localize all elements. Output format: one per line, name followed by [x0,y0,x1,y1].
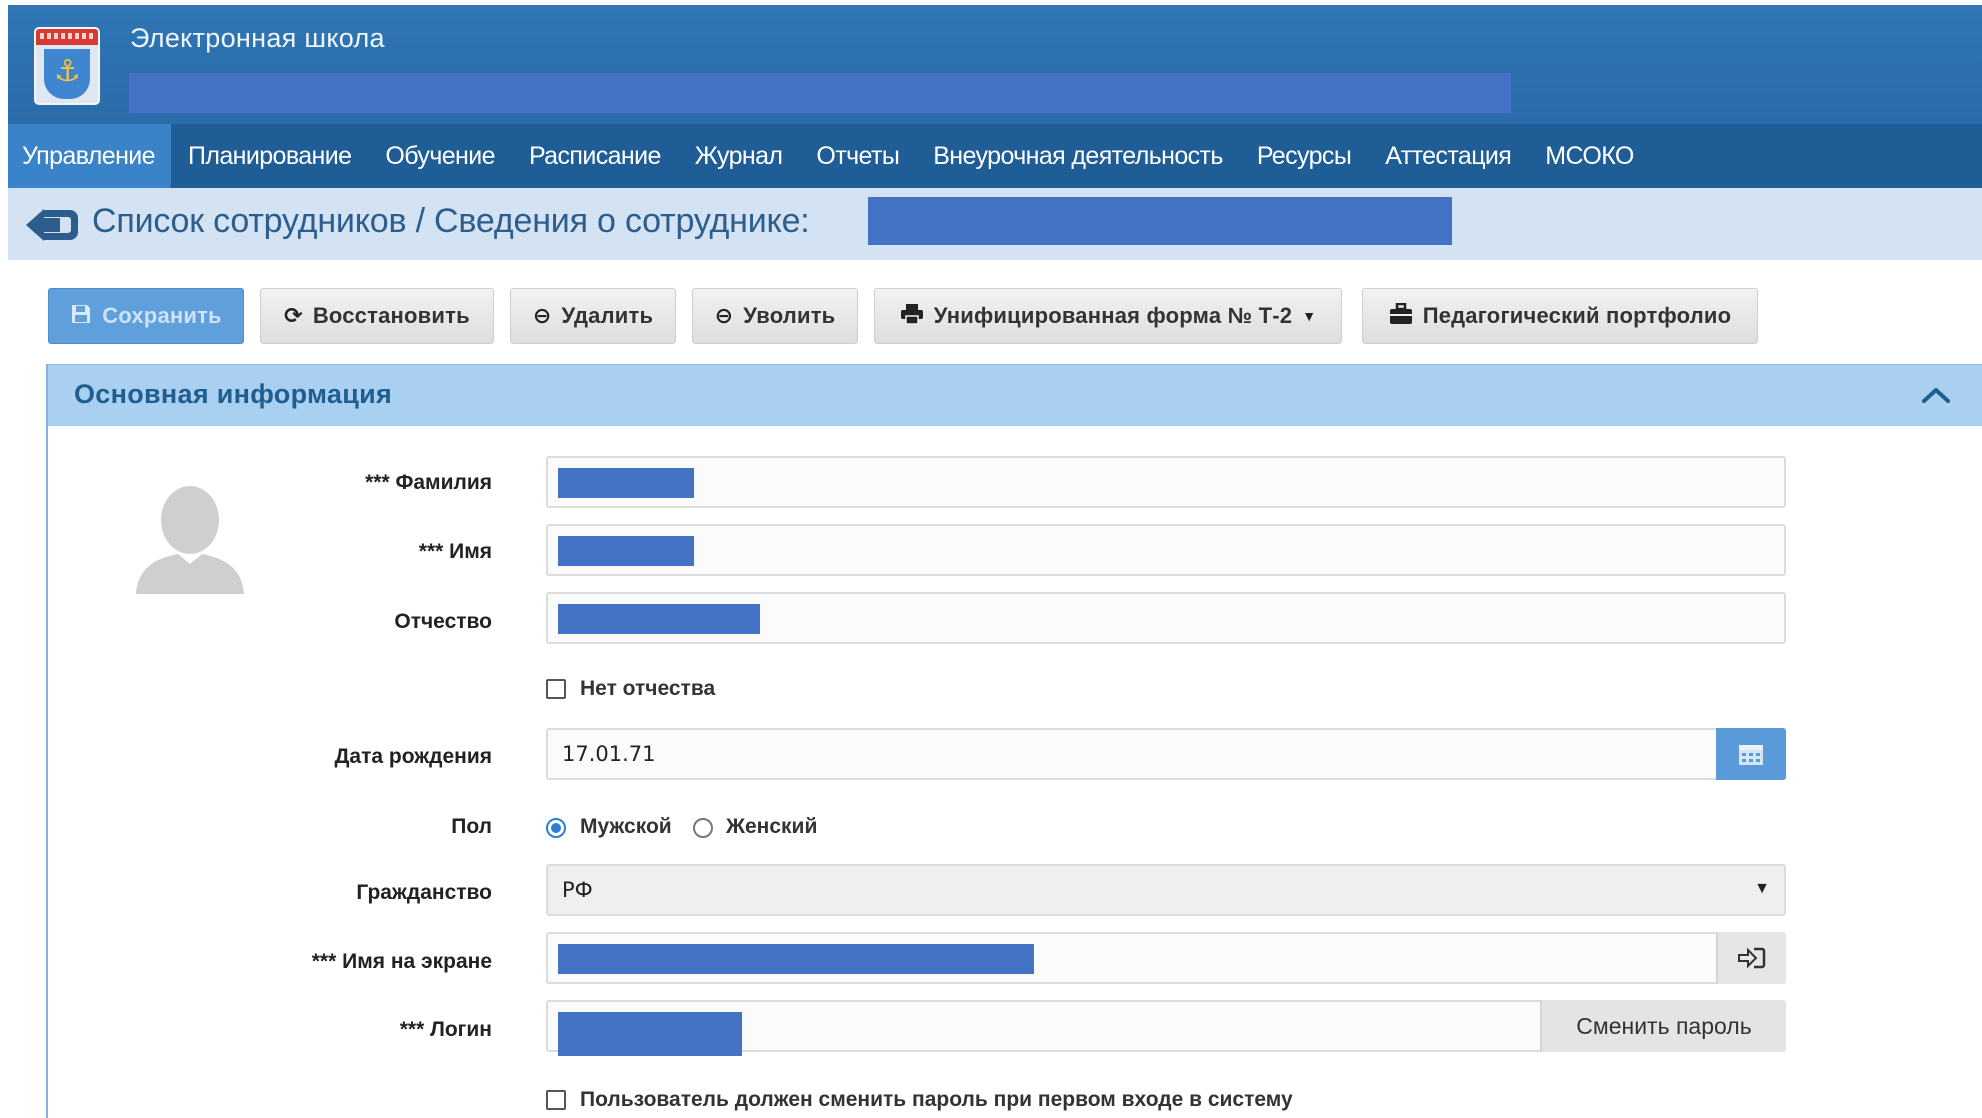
must-change-password-label: Пользователь должен сменить пароль при п… [580,1088,1293,1111]
patronymic-input[interactable] [546,592,1786,644]
patronymic-label: Отчество [394,610,492,633]
last-name-label: *** Фамилия [365,471,492,494]
top-header: ⚓ Электронная школа [8,5,1982,124]
birth-date-input[interactable]: 17.01.71 [546,728,1786,780]
panel-header[interactable]: Основная информация [48,364,1982,426]
dropdown-arrow-icon: ▼ [1754,880,1770,897]
delete-button-label: Удалить [561,303,654,328]
portfolio-button-label: Педагогический портфолио [1422,303,1732,328]
printer-icon [900,303,924,329]
redacted-login [558,1012,742,1056]
login-input[interactable]: Сменить пароль [546,1000,1786,1056]
floppy-disk-icon [70,303,92,329]
logo-crown [36,29,98,45]
nav-item-attestation[interactable]: Аттестация [1368,124,1528,188]
refresh-icon: ⟳ [284,303,303,328]
screen-name-input[interactable] [546,932,1786,984]
sign-in-icon [1738,947,1766,969]
nav-item-education[interactable]: Обучение [368,124,512,188]
gender-female-label: Женский [726,815,818,838]
portfolio-button[interactable]: Педагогический портфолио [1362,288,1758,344]
gender-male-label: Мужской [580,815,672,838]
gender-female-radio[interactable] [693,818,713,838]
redacted-screen-name [558,944,1034,974]
nav-item-planning[interactable]: Планирование [171,124,368,188]
calendar-icon [1739,745,1763,765]
redacted-last-name [558,468,694,498]
no-patronymic-label: Нет отчества [580,677,716,700]
app-root: ⚓ Электронная школа Управление Планирова… [0,0,1982,1118]
no-patronymic-checkbox[interactable] [546,679,566,699]
citizenship-label: Гражданство [356,881,492,904]
redacted-first-name [558,536,694,566]
gender-male-radio[interactable] [546,818,566,838]
t2-form-button-label: Унифицированная форма № Т-2 [933,303,1293,328]
school-logo[interactable]: ⚓ [34,27,100,105]
nav-item-schedule[interactable]: Расписание [512,124,678,188]
birth-date-value: 17.01.71 [562,742,656,766]
anchor-icon: ⚓ [54,54,81,89]
delete-button[interactable]: ⊖ Удалить [510,288,676,344]
first-name-label: *** Имя [418,540,492,563]
change-password-button[interactable]: Сменить пароль [1540,1000,1786,1052]
citizenship-value: РФ [562,878,593,902]
main-nav: Управление Планирование Обучение Расписа… [8,124,1982,188]
nav-item-msoko[interactable]: МСОКО [1528,124,1651,188]
app-title: Электронная школа [130,23,385,53]
nav-item-management[interactable]: Управление [8,124,171,188]
redacted-school-name [128,72,1512,114]
first-name-input[interactable] [546,524,1786,576]
dismiss-button-label: Уволить [743,303,836,328]
restore-button[interactable]: ⟳ Восстановить [260,288,494,344]
t2-form-dropdown-button[interactable]: Унифицированная форма № Т-2 ▼ [874,288,1342,344]
user-silhouette-icon [136,486,244,594]
panel-title: Основная информация [74,379,393,409]
last-name-input[interactable] [546,456,1786,508]
page-title: Список сотрудников / Сведения о сотрудни… [92,202,810,240]
minus-circle-icon: ⊖ [714,303,734,328]
birth-date-label: Дата рождения [334,745,492,768]
save-button-label: Сохранить [102,303,222,328]
nav-item-journal[interactable]: Журнал [678,124,800,188]
screen-name-label: *** Имя на экране [311,950,492,973]
arrow-left-circle-icon[interactable] [24,206,80,244]
nav-item-resources[interactable]: Ресурсы [1240,124,1368,188]
must-change-password-checkbox[interactable] [546,1090,566,1110]
restore-button-label: Восстановить [312,303,470,328]
sign-in-button[interactable] [1716,932,1786,984]
nav-item-reports[interactable]: Отчеты [799,124,916,188]
login-label: *** Логин [399,1018,492,1041]
dismiss-button[interactable]: ⊖ Уволить [692,288,858,344]
caret-down-icon: ▼ [1302,308,1317,324]
nav-item-extracurricular[interactable]: Внеурочная деятельность [916,124,1240,188]
calendar-button[interactable] [1716,728,1786,780]
redacted-patronymic [558,604,760,634]
citizenship-select[interactable]: РФ ▼ [546,864,1786,916]
briefcase-icon [1389,302,1413,329]
minus-circle-icon: ⊖ [532,303,552,328]
chevron-up-icon[interactable] [1920,383,1952,407]
redacted-employee-name [868,197,1452,245]
save-button[interactable]: Сохранить [48,288,244,344]
breadcrumb-bar: Список сотрудников / Сведения о сотрудни… [8,188,1982,260]
gender-label: Пол [451,815,492,838]
